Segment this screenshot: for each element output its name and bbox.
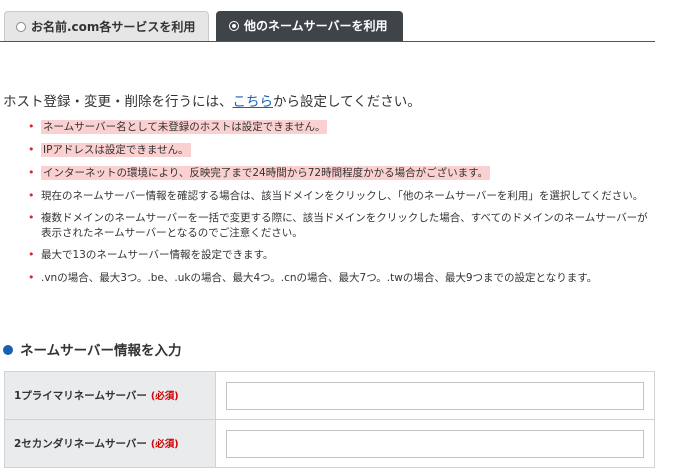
secondary-nameserver-label: 2セカンダリネームサーバー (必須) — [4, 419, 216, 468]
primary-nameserver-input[interactable] — [226, 381, 644, 410]
note-item: ネームサーバー名として未登録のホストは設定できません。 — [28, 119, 658, 135]
nameserver-tabs: お名前.com各サービスを利用 他のネームサーバーを利用 — [0, 0, 655, 42]
tab-other-nameserver[interactable]: 他のネームサーバーを利用 — [216, 11, 403, 41]
section-title: ネームサーバー情報を入力 — [20, 343, 182, 359]
host-settings-link[interactable]: こちら — [233, 94, 274, 110]
field-cell — [215, 371, 655, 420]
note-text: 複数ドメインのネームサーバーを一括で変更する際に、該当ドメインをクリックした場合… — [41, 212, 648, 239]
note-text: 最大で13のネームサーバー情報を設定できます。 — [41, 249, 274, 261]
note-item: 現在のネームサーバー情報を確認する場合は、該当ドメインをクリックし、「他のネーム… — [28, 188, 658, 204]
secondary-nameserver-input[interactable] — [226, 429, 644, 458]
field-cell — [215, 419, 655, 468]
intro-text-after: から設定してください。 — [273, 94, 421, 110]
tab-label: 他のネームサーバーを利用 — [244, 19, 388, 33]
radio-selected-icon — [229, 20, 239, 31]
nameserver-input-table: 1プライマリネームサーバー (必須) 2セカンダリネームサーバー (必須) — [4, 371, 655, 468]
host-registration-intro: ホスト登録・変更・削除を行うには、こちらから設定してください。 — [3, 90, 421, 110]
note-item: 複数ドメインのネームサーバーを一括で変更する際に、該当ドメインをクリックした場合… — [28, 210, 658, 241]
table-row: 2セカンダリネームサーバー (必須) — [4, 419, 655, 468]
intro-text-before: ホスト登録・変更・削除を行うには、 — [3, 94, 233, 110]
note-item: 最大で13のネームサーバー情報を設定できます。 — [28, 247, 658, 263]
note-item: IPアドレスは設定できません。 — [28, 142, 658, 158]
section-heading: ネームサーバー情報を入力 — [3, 339, 181, 359]
note-text: .vnの場合、最大3つ。.be、.ukの場合、最大4つ。.cnの場合、最大7つ。… — [41, 272, 598, 284]
note-item: .vnの場合、最大3つ。.be、.ukの場合、最大4つ。.cnの場合、最大7つ。… — [28, 270, 658, 286]
note-item: インターネットの環境により、反映完了まで24時間から72時間程度かかる場合がござ… — [28, 165, 658, 181]
bullet-dot-icon — [3, 345, 13, 355]
radio-unselected-icon — [16, 21, 26, 32]
tab-label: お名前.com各サービスを利用 — [31, 20, 196, 34]
primary-nameserver-label: 1プライマリネームサーバー (必須) — [4, 371, 216, 420]
note-text: インターネットの環境により、反映完了まで24時間から72時間程度かかる場合がござ… — [41, 166, 491, 180]
note-text: ネームサーバー名として未登録のホストは設定できません。 — [41, 120, 328, 134]
notes-list: ネームサーバー名として未登録のホストは設定できません。 IPアドレスは設定できま… — [28, 119, 658, 286]
note-text: IPアドレスは設定できません。 — [41, 143, 191, 157]
required-badge: (必須) — [150, 391, 179, 402]
required-badge: (必須) — [150, 439, 179, 450]
note-text: 現在のネームサーバー情報を確認する場合は、該当ドメインをクリックし、「他のネーム… — [41, 190, 644, 202]
tab-onamae-services[interactable]: お名前.com各サービスを利用 — [4, 11, 209, 41]
table-row: 1プライマリネームサーバー (必須) — [4, 371, 655, 420]
